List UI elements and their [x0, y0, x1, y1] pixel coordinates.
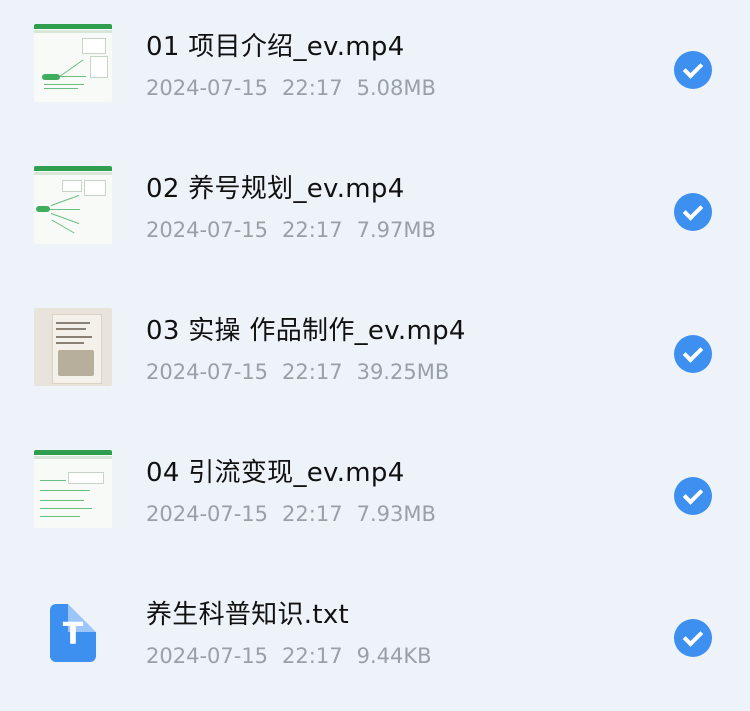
file-row[interactable]: 01 项目介绍_ev.mp4 2024-07-15 22:17 5.08MB [0, 0, 750, 142]
file-meta: 2024-07-15 22:17 7.97MB [146, 218, 436, 242]
video-thumbnail [34, 450, 112, 528]
file-meta: 2024-07-15 22:17 7.93MB [146, 502, 436, 526]
file-date: 2024-07-15 [146, 218, 269, 242]
file-size: 39.25MB [356, 360, 450, 384]
file-time: 22:17 [282, 644, 343, 668]
file-size: 5.08MB [356, 76, 436, 100]
file-name: 01 项目介绍_ev.mp4 [146, 32, 405, 62]
file-row[interactable]: 03 实操 作品制作_ev.mp4 2024-07-15 22:17 39.25MB [0, 284, 750, 426]
file-name: 03 实操 作品制作_ev.mp4 [146, 316, 466, 346]
file-date: 2024-07-15 [146, 644, 269, 668]
file-list: 01 项目介绍_ev.mp4 2024-07-15 22:17 5.08MB 02 … [0, 0, 750, 711]
file-time: 22:17 [282, 218, 343, 242]
file-size: 7.93MB [356, 502, 436, 526]
text-file-icon-letter: T [62, 617, 84, 652]
file-size: 7.97MB [356, 218, 436, 242]
file-name: 02 养号规划_ev.mp4 [146, 174, 405, 204]
file-meta: 2024-07-15 22:17 9.44KB [146, 644, 432, 668]
video-thumbnail [34, 166, 112, 244]
file-meta: 2024-07-15 22:17 39.25MB [146, 360, 449, 384]
file-row[interactable]: 04 引流变现_ev.mp4 2024-07-15 22:17 7.93MB [0, 426, 750, 568]
selected-check-icon[interactable] [674, 51, 712, 89]
selected-check-icon[interactable] [674, 193, 712, 231]
file-time: 22:17 [282, 360, 343, 384]
video-thumbnail [34, 24, 112, 102]
file-time: 22:17 [282, 76, 343, 100]
file-name: 04 引流变现_ev.mp4 [146, 458, 405, 488]
selected-check-icon[interactable] [674, 335, 712, 373]
file-date: 2024-07-15 [146, 360, 269, 384]
video-thumbnail [34, 308, 112, 386]
file-name: 养生科普知识.txt [146, 600, 350, 630]
file-size: 9.44KB [356, 644, 432, 668]
file-date: 2024-07-15 [146, 76, 269, 100]
file-date: 2024-07-15 [146, 502, 269, 526]
text-file-icon: T [50, 604, 96, 662]
file-meta: 2024-07-15 22:17 5.08MB [146, 76, 436, 100]
file-time: 22:17 [282, 502, 343, 526]
selected-check-icon[interactable] [674, 477, 712, 515]
file-row[interactable]: T 养生科普知识.txt 2024-07-15 22:17 9.44KB [0, 568, 750, 710]
file-row[interactable]: 02 养号规划_ev.mp4 2024-07-15 22:17 7.97MB [0, 142, 750, 284]
selected-check-icon[interactable] [674, 619, 712, 657]
